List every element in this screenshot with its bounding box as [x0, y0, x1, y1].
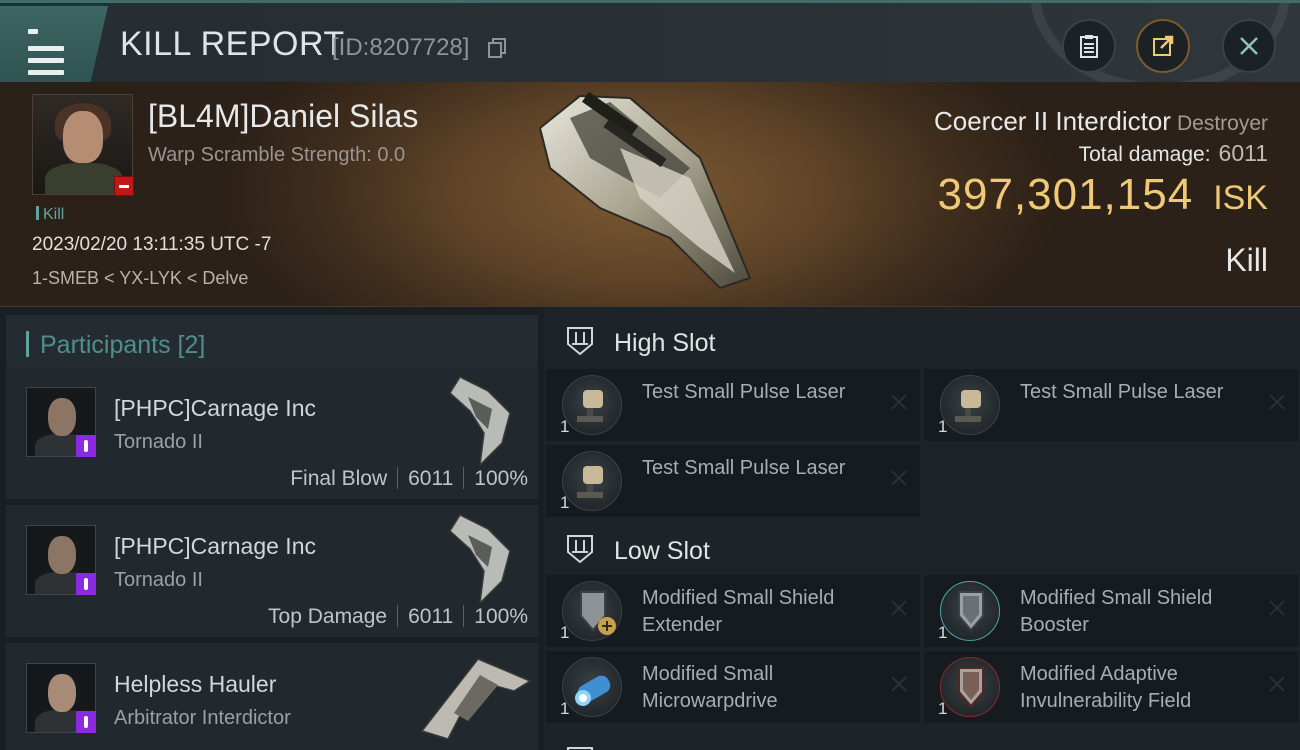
warp-scramble-strength: Warp Scramble Strength: 0.0 [148, 144, 406, 166]
participant-ship: Arbitrator Interdictor [114, 707, 291, 729]
module-name: Modified Adaptive Invulnerability Field [1020, 663, 1192, 712]
low-slot-title: Low Slot [614, 537, 710, 565]
participants-header: Participants [2] [6, 315, 538, 373]
module-quantity: 1 [560, 699, 570, 718]
participant-stats: Top Damage 6011 100% [268, 605, 528, 629]
participant-ship-image [449, 514, 511, 603]
participants-panel: Participants [2] [PHPC]Carnage Inc Torna… [0, 307, 544, 750]
corp-badge-icon [76, 435, 96, 457]
high-slot-header: High Slot [544, 311, 1300, 371]
module-quantity: 1 [560, 417, 570, 436]
participant-stats: Final Blow 6011 100% [290, 467, 528, 491]
close-icon[interactable] [890, 469, 908, 487]
menu-button[interactable] [0, 6, 108, 82]
module-item[interactable]: 1 Modified Small Shield Extender [546, 575, 920, 647]
clipboard-button[interactable] [1062, 19, 1116, 73]
module-item[interactable]: 1 Modified Small Shield Booster [924, 575, 1298, 647]
participant-card[interactable]: [PHPC]Carnage Inc Tornado II Final Blow 6… [6, 367, 538, 499]
participant-role: Top Damage [268, 605, 388, 628]
participant-ship: Tornado II [114, 569, 203, 591]
low-slot-icon [567, 535, 593, 564]
total-damage: Total damage: 6011 [1078, 140, 1268, 166]
module-quantity: 1 [938, 699, 948, 718]
module-item[interactable]: 1 Modified Adaptive Invulnerability Fiel… [924, 651, 1298, 723]
participant-card[interactable]: [PHPC]Carnage Inc Tornado II Top Damage 6… [6, 505, 538, 637]
participant-name: Helpless Hauler [114, 671, 277, 697]
laser-icon [562, 375, 622, 435]
laser-icon [940, 375, 1000, 435]
isk-value: 397,301,154 ISK [937, 170, 1269, 219]
hostile-badge-icon [114, 176, 134, 196]
kill-banner: [BL4M]Daniel Silas Warp Scramble Strengt… [0, 82, 1300, 307]
module-quantity: 1 [938, 417, 948, 436]
close-icon[interactable] [890, 675, 908, 693]
module-item[interactable]: 1 Modified Small Microwarpdrive [546, 651, 920, 723]
top-bar: KILL REPORT [ID:8207728] [0, 0, 1300, 85]
shield-booster-icon [940, 581, 1000, 641]
clipboard-icon [1080, 35, 1098, 58]
close-icon[interactable] [1268, 599, 1286, 617]
module-name: Modified Small Shield Extender [642, 587, 835, 636]
result-label: Kill [1225, 242, 1268, 278]
participant-percent: 100% [474, 467, 528, 490]
participant-ship: Tornado II [114, 431, 203, 453]
module-item[interactable]: 1 Test Small Pulse Laser [546, 369, 920, 441]
participant-damage: 6011 [408, 467, 454, 490]
participant-name: [PHPC]Carnage Inc [114, 533, 316, 559]
microwarpdrive-icon [562, 657, 622, 717]
participants-title: Participants [2] [40, 331, 206, 359]
victim-ship-name[interactable]: Coercer II Interdictor Destroyer [934, 106, 1268, 137]
close-icon[interactable] [1268, 393, 1286, 411]
low-slot-header: Low Slot [544, 519, 1300, 579]
module-item[interactable]: 1 Test Small Pulse Laser [546, 445, 920, 517]
module-item[interactable]: 1 Test Small Pulse Laser [924, 369, 1298, 441]
kill-id: [ID:8207728] [332, 34, 470, 61]
kill-tag: Kill [36, 206, 64, 224]
corp-badge-icon [76, 711, 96, 733]
slot-icon [567, 747, 593, 750]
participant-damage: 6011 [408, 605, 454, 628]
participant-name: [PHPC]Carnage Inc [114, 395, 316, 421]
share-button[interactable] [1136, 19, 1190, 73]
close-button[interactable] [1222, 19, 1276, 73]
participant-role: Final Blow [290, 467, 388, 490]
kill-datetime: 2023/02/20 13:11:35 UTC -7 [32, 234, 272, 255]
close-icon[interactable] [890, 599, 908, 617]
copy-icon[interactable] [488, 38, 506, 58]
module-quantity: 1 [560, 493, 570, 512]
close-icon[interactable] [890, 393, 908, 411]
module-quantity: 1 [560, 623, 570, 642]
module-name: Modified Small Microwarpdrive [642, 663, 778, 712]
next-slot-header [544, 731, 1300, 750]
share-icon [1153, 35, 1174, 56]
module-name: Test Small Pulse Laser [642, 457, 846, 479]
shield-extender-icon [562, 581, 622, 641]
victim-ship-image [538, 91, 752, 290]
module-name: Test Small Pulse Laser [642, 381, 846, 403]
hamburger-icon [28, 28, 64, 75]
high-slot-title: High Slot [614, 329, 716, 357]
module-name: Test Small Pulse Laser [1020, 381, 1224, 403]
module-name: Modified Small Shield Booster [1020, 587, 1213, 636]
close-icon [1240, 37, 1258, 55]
kill-location[interactable]: 1-SMEB < YX-LYK < Delve [32, 268, 248, 289]
participant-ship-image [449, 376, 511, 465]
page-title: KILL REPORT [120, 25, 345, 63]
corp-badge-icon [76, 573, 96, 595]
laser-icon [562, 451, 622, 511]
victim-name[interactable]: [BL4M]Daniel Silas [148, 98, 418, 135]
close-icon[interactable] [1268, 675, 1286, 693]
fittings-panel: High Slot 1 Test Small Pulse Laser 1 Tes… [544, 307, 1300, 750]
participant-percent: 100% [474, 605, 528, 628]
participant-card[interactable]: Helpless Hauler Arbitrator Interdictor [6, 643, 538, 750]
high-slot-icon [567, 327, 593, 356]
invulnerability-field-icon [940, 657, 1000, 717]
module-quantity: 1 [938, 623, 948, 642]
participant-ship-image [420, 658, 532, 740]
